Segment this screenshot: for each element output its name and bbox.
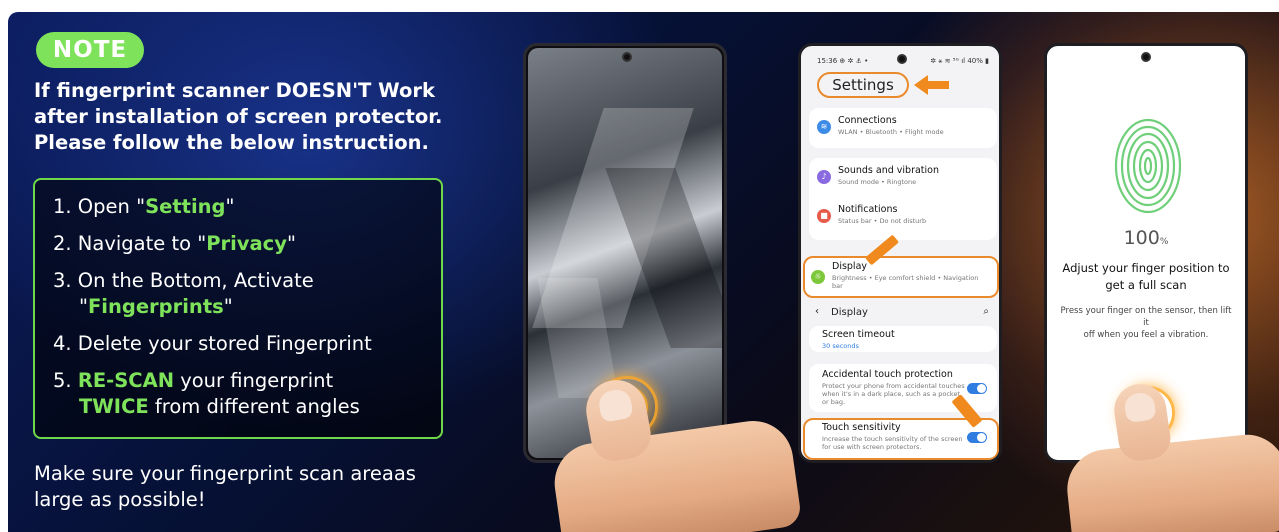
touch-sensitivity-toggle[interactable] [967,432,987,443]
adjust-line: Adjust your finger position to [1062,261,1230,275]
step-5-line-2: TWICE from different angles [53,394,441,420]
percent-value: 100 [1123,227,1160,249]
step-text: from different angles [148,395,360,418]
intro-text: If fingerprint scanner DOESN'T Work afte… [34,78,504,156]
camera-icon [897,54,907,64]
item-title: Sounds and vibration [838,165,939,176]
item-subtitle: Sound mode • Ringtone [838,178,917,186]
item-title: Accidental touch protection [822,369,953,380]
accidental-touch-toggle[interactable] [967,383,987,394]
step-text: " [79,295,88,318]
status-icons: ✲ ⚹ ≋ ⁵ᴳ ıl 40% ▮ [930,56,989,65]
footer-line: Make sure your fingerprint scan areaas [34,462,416,485]
camera-icon [1141,52,1151,62]
item-subtitle: 30 seconds [822,342,859,350]
display-sub-header: ‹ Display ⌕ [809,302,997,324]
item-title: Display [832,261,868,272]
step-text: 1. Open " [53,195,146,218]
adjust-text: Adjust your finger position to get a ful… [1057,260,1235,294]
fingerprint-icon [1114,118,1182,214]
press-instruction: Press your finger on the sensor, then li… [1057,305,1235,341]
press-line: off when you feel a vibration. [1083,330,1209,340]
sound-icon: ♪ [817,170,831,184]
thumbnail-image [597,387,634,423]
adjust-line: get a full scan [1105,278,1187,292]
item-subtitle: bar [832,282,843,290]
notifications-icon: ■ [817,209,831,223]
thumbnail-image [1123,391,1157,424]
instruction-banner: NOTE If fingerprint scanner DOESN'T Work… [8,12,1279,532]
step-2: 2. Navigate to "Privacy" [53,231,441,257]
item-title: Notifications [838,204,898,215]
item-subtitle: or bag. [822,398,846,406]
step-highlight: Privacy [206,232,287,255]
item-subtitle: Increase the touch sensitivity of the sc… [822,435,963,443]
orange-arrow-icon [914,75,928,95]
camera-icon [622,52,632,62]
step-1: 1. Open "Setting" [53,194,441,220]
footer-line: large as possible! [34,488,206,511]
step-3-line-1: 3. On the Bottom, Activate [53,269,314,292]
sub-header-title: Display [831,307,868,318]
step-highlight: TWICE [79,395,149,418]
item-subtitle: WLAN • Bluetooth • Flight mode [838,128,944,136]
settings-item-notifications[interactable]: ■ Notifications Status bar • Do not dist… [817,203,992,235]
intro-line: after installation of screen protector. [34,105,443,128]
orange-arrow-icon [927,81,949,89]
settings-item-sounds[interactable]: ♪ Sounds and vibration Sound mode • Ring… [817,164,992,196]
settings-title: Settings [817,72,909,98]
step-highlight: RE-SCAN [77,369,175,392]
item-title: Connections [838,115,897,126]
step-text: 5. [53,369,78,392]
settings-item-display[interactable]: ☼ Display Brightness • Eye comfort shiel… [811,260,991,294]
intro-line: Please follow the below instruction. [34,131,429,154]
step-text: your fingerprint [174,369,334,392]
phone-settings-screenshot: 15:36 ⊕ ✲ ⚓ • ✲ ⚹ ≋ ⁵ᴳ ıl 40% ▮ Settings… [798,43,1002,463]
search-icon[interactable]: ⌕ [983,306,989,317]
percent-unit: % [1159,237,1169,247]
step-text: " [225,195,235,218]
status-time: 15:36 ⊕ ✲ ⚓ • [817,57,869,65]
item-subtitle: Brightness • Eye comfort shield • Naviga… [832,274,979,282]
item-title: Touch sensitivity [822,422,901,433]
item-subtitle: when it's in a dark place, such as a poc… [822,390,960,398]
press-line: Press your finger on the sensor, then li… [1060,306,1232,328]
settings-item-touch-sensitivity[interactable]: Touch sensitivity Increase the touch sen… [801,421,976,457]
step-3-line-2: "Fingerprints" [53,294,441,320]
step-highlight: Setting [145,195,226,218]
note-badge: NOTE [36,32,144,68]
item-title: Screen timeout [822,329,895,340]
item-subtitle: Status bar • Do not disturb [838,217,927,225]
step-text: " [286,232,296,255]
item-subtitle: Protect your phone from accidental touch… [822,382,965,390]
steps-box: 1. Open "Setting" 2. Navigate to "Privac… [33,178,443,439]
step-highlight: Fingerprints [87,295,224,318]
step-text: 2. Navigate to " [53,232,207,255]
back-icon[interactable]: ‹ [815,306,819,317]
display-icon: ☼ [811,270,825,284]
scan-percent: 100% [1047,227,1245,249]
step-4: 4. Delete your stored Fingerprint [53,332,372,355]
settings-item-accidental-touch[interactable]: Accidental touch protection Protect your… [801,368,976,412]
item-subtitle: for use with screen protectors. [822,443,922,451]
wifi-icon: ≋ [817,120,831,134]
footer-text: Make sure your fingerprint scan areaas l… [34,461,504,513]
settings-item-screen-timeout[interactable]: Screen timeout 30 seconds [801,328,976,360]
step-text: " [223,295,233,318]
step-5-line-1: 5. RE-SCAN your fingerprint [53,368,441,394]
intro-line: If fingerprint scanner DOESN'T Work [34,79,435,102]
settings-item-connections[interactable]: ≋ Connections WLAN • Bluetooth • Flight … [817,114,992,146]
